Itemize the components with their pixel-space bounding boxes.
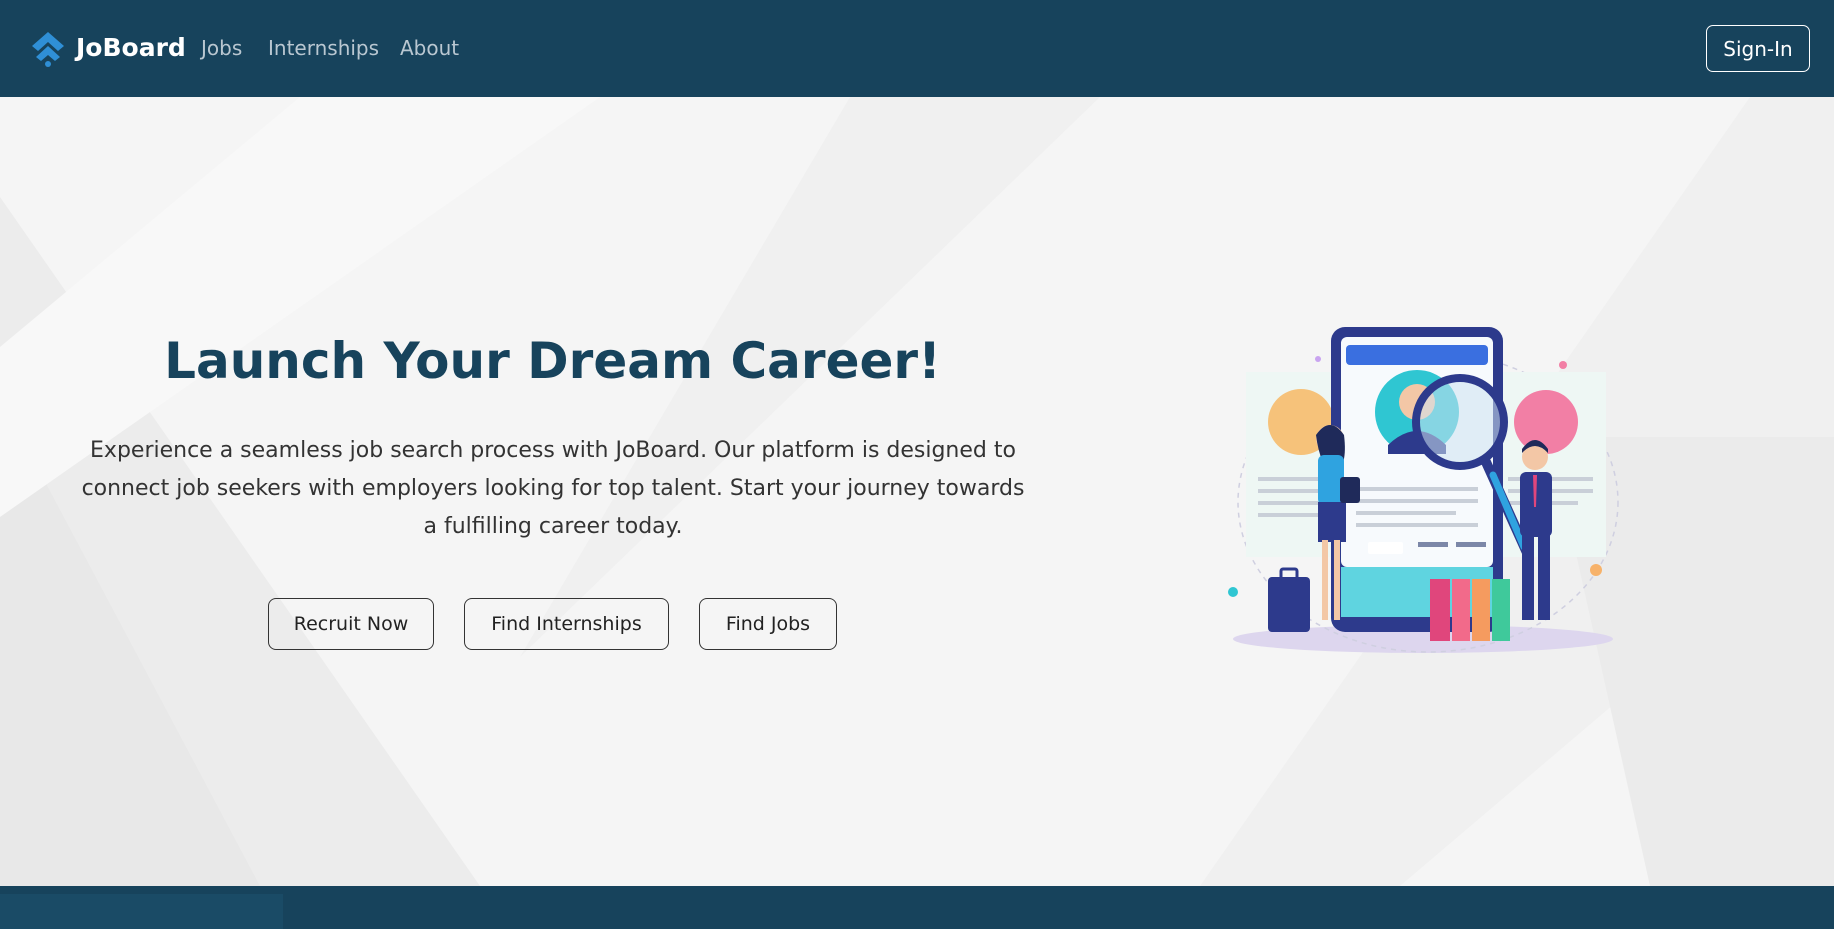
find-jobs-button[interactable]: Find Jobs <box>699 598 837 650</box>
brand-link[interactable]: JoBoard <box>28 28 186 68</box>
footer-block <box>0 894 283 929</box>
nav-link-jobs[interactable]: Jobs <box>201 35 242 61</box>
hero-section: Launch Your Dream Career! Experience a s… <box>0 97 1834 886</box>
find-internships-button[interactable]: Find Internships <box>464 598 669 650</box>
recruitment-illustration <box>1228 327 1619 653</box>
navbar: JoBoard Jobs Internships About Sign-In <box>0 0 1834 97</box>
footer-strip <box>0 886 1834 929</box>
hero-description: Experience a seamless job search process… <box>81 438 1025 539</box>
sign-in-button[interactable]: Sign-In <box>1706 25 1810 72</box>
hero-title: Launch Your Dream Career! <box>164 332 941 390</box>
nav-link-about[interactable]: About <box>400 35 459 61</box>
nav-link-internships[interactable]: Internships <box>268 35 379 61</box>
joboard-logo-icon <box>32 32 64 67</box>
recruit-now-button[interactable]: Recruit Now <box>268 598 434 650</box>
brand-name: JoBoard <box>76 33 186 62</box>
